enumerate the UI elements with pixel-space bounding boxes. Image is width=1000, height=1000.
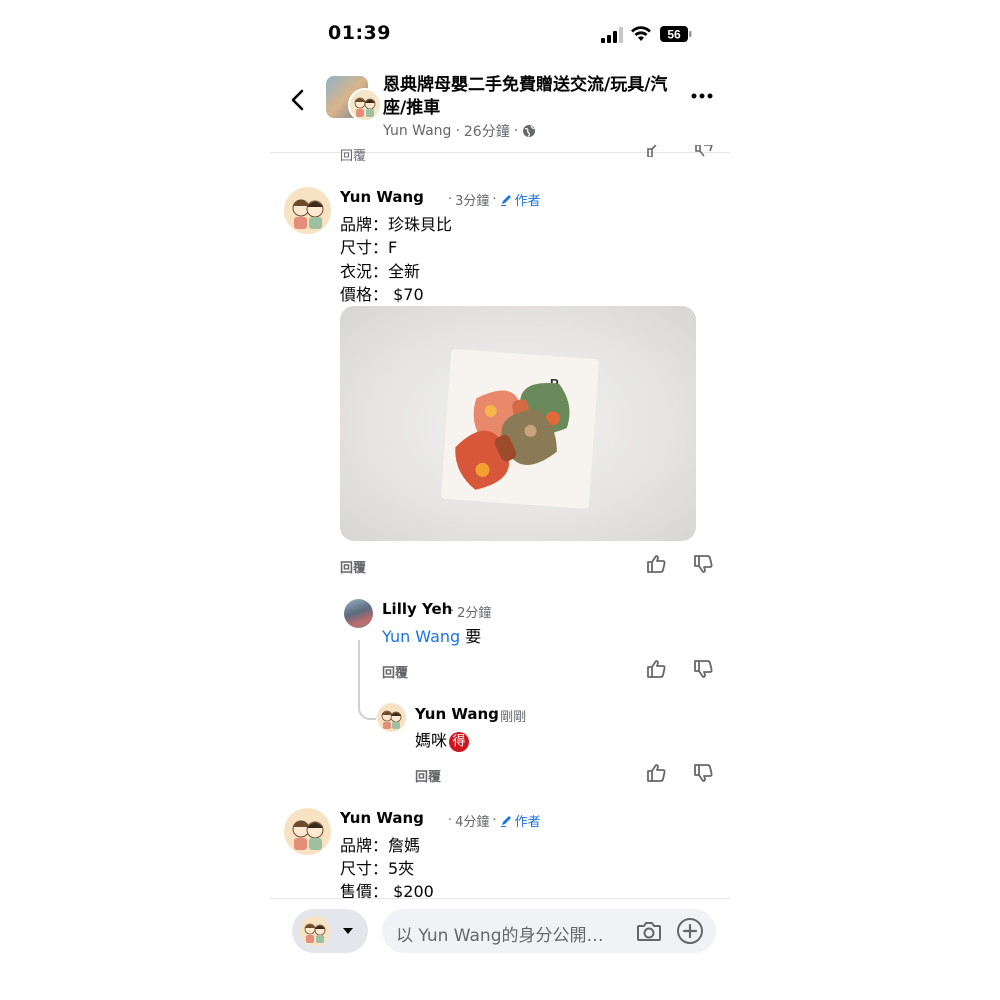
like-icon[interactable] (645, 553, 667, 575)
commenter-avatar[interactable] (284, 187, 331, 234)
post-author[interactable]: Yun Wang (383, 123, 451, 139)
comment-time[interactable]: 4分鐘 (455, 811, 489, 830)
commenter-avatar[interactable] (284, 808, 331, 855)
dislike-icon[interactable] (692, 762, 714, 784)
comment-meta: · 剛剛 (493, 706, 527, 725)
comment-photo[interactable]: P (340, 306, 696, 541)
group-title[interactable]: 恩典牌母嬰二手免費贈送交流/玩具/汽座/推車 (383, 74, 673, 120)
identity-switcher[interactable] (292, 909, 368, 953)
author-avatar[interactable] (348, 88, 382, 122)
commenter-avatar[interactable] (344, 599, 373, 628)
comment-meta: · 2分鐘 (450, 602, 492, 621)
back-icon[interactable] (288, 88, 308, 112)
comment-line: 價格： $70 (340, 285, 424, 304)
comment-line: 尺寸：5夾 (340, 859, 415, 878)
comment-composer: 以 Yun Wang的身分公開… (270, 898, 730, 969)
reply-link[interactable]: 回覆 (382, 662, 408, 681)
pencil-icon (500, 816, 511, 827)
plus-icon[interactable] (676, 917, 704, 945)
more-icon[interactable] (690, 92, 714, 100)
reply-link[interactable]: 回覆 (340, 145, 366, 164)
pencil-icon (500, 195, 511, 206)
wifi-icon (631, 26, 651, 41)
status-time: 01:39 (328, 22, 391, 44)
comment-input-placeholder: 以 Yun Wang的身分公開… (396, 926, 604, 946)
globe-icon (523, 125, 536, 137)
reply-text: 媽咪 (415, 731, 448, 750)
battery-icon: 56 (660, 26, 692, 42)
like-icon[interactable] (646, 145, 666, 157)
dislike-icon[interactable] (694, 145, 714, 157)
reply-link[interactable]: 回覆 (415, 766, 441, 785)
commenter-name[interactable]: Yun Wang (415, 705, 499, 723)
comment-text: Yun Wang 要 (382, 623, 481, 647)
like-icon[interactable] (645, 762, 667, 784)
like-icon[interactable] (645, 658, 667, 680)
battery-level: 56 (667, 28, 681, 42)
caret-down-icon (343, 928, 353, 934)
comment-time[interactable]: 2分鐘 (457, 602, 491, 621)
comment-line: 品牌：珍珠貝比 (340, 215, 453, 234)
commenter-avatar[interactable] (377, 703, 406, 732)
post-time[interactable]: 26分鐘 (464, 121, 510, 141)
commenter-name[interactable]: Yun Wang (340, 809, 424, 827)
post-header: 恩典牌母嬰二手免費贈送交流/玩具/汽座/推車 Yun Wang · 26分鐘 · (270, 70, 730, 153)
comment-time[interactable]: 剛剛 (500, 706, 526, 725)
status-bar: 01:39 56 (270, 22, 730, 48)
author-badge: 作者 (500, 811, 541, 830)
commenter-name[interactable]: Lilly Yeh (382, 600, 452, 618)
phone-screen: 01:39 56 恩典牌母嬰二手免費贈送交流/玩具/汽座/推車 Yun Wang… (270, 0, 730, 1000)
meta-separator: · (455, 123, 460, 139)
comment-meta: · 4分鐘 · 作者 (448, 811, 541, 830)
thread-connector (358, 640, 376, 720)
reply-link[interactable]: 回覆 (340, 557, 366, 576)
signal-icon (601, 27, 623, 43)
comment-line: 衣況：全新 (340, 262, 421, 281)
comment-line: 尺寸：F (340, 238, 398, 257)
post-meta: Yun Wang · 26分鐘 · (383, 121, 536, 141)
comment-input[interactable]: 以 Yun Wang的身分公開… (382, 909, 716, 953)
comment-time[interactable]: 3分鐘 (455, 190, 489, 209)
camera-icon[interactable] (636, 919, 662, 943)
dislike-icon[interactable] (692, 553, 714, 575)
author-badge: 作者 (500, 190, 541, 209)
comment-meta: · 3分鐘 · 作者 (448, 190, 541, 209)
comment-line: 品牌：詹媽 (340, 836, 421, 855)
dislike-icon[interactable] (692, 658, 714, 680)
reply-text: 要 (460, 627, 482, 646)
meta-separator: · (513, 123, 519, 139)
commenter-name[interactable]: Yun Wang (340, 188, 424, 206)
comment-text: 媽咪得 (415, 727, 470, 752)
emoji-badge: 得 (449, 731, 470, 752)
mention-link[interactable]: Yun Wang (382, 627, 460, 646)
my-avatar (300, 916, 330, 946)
